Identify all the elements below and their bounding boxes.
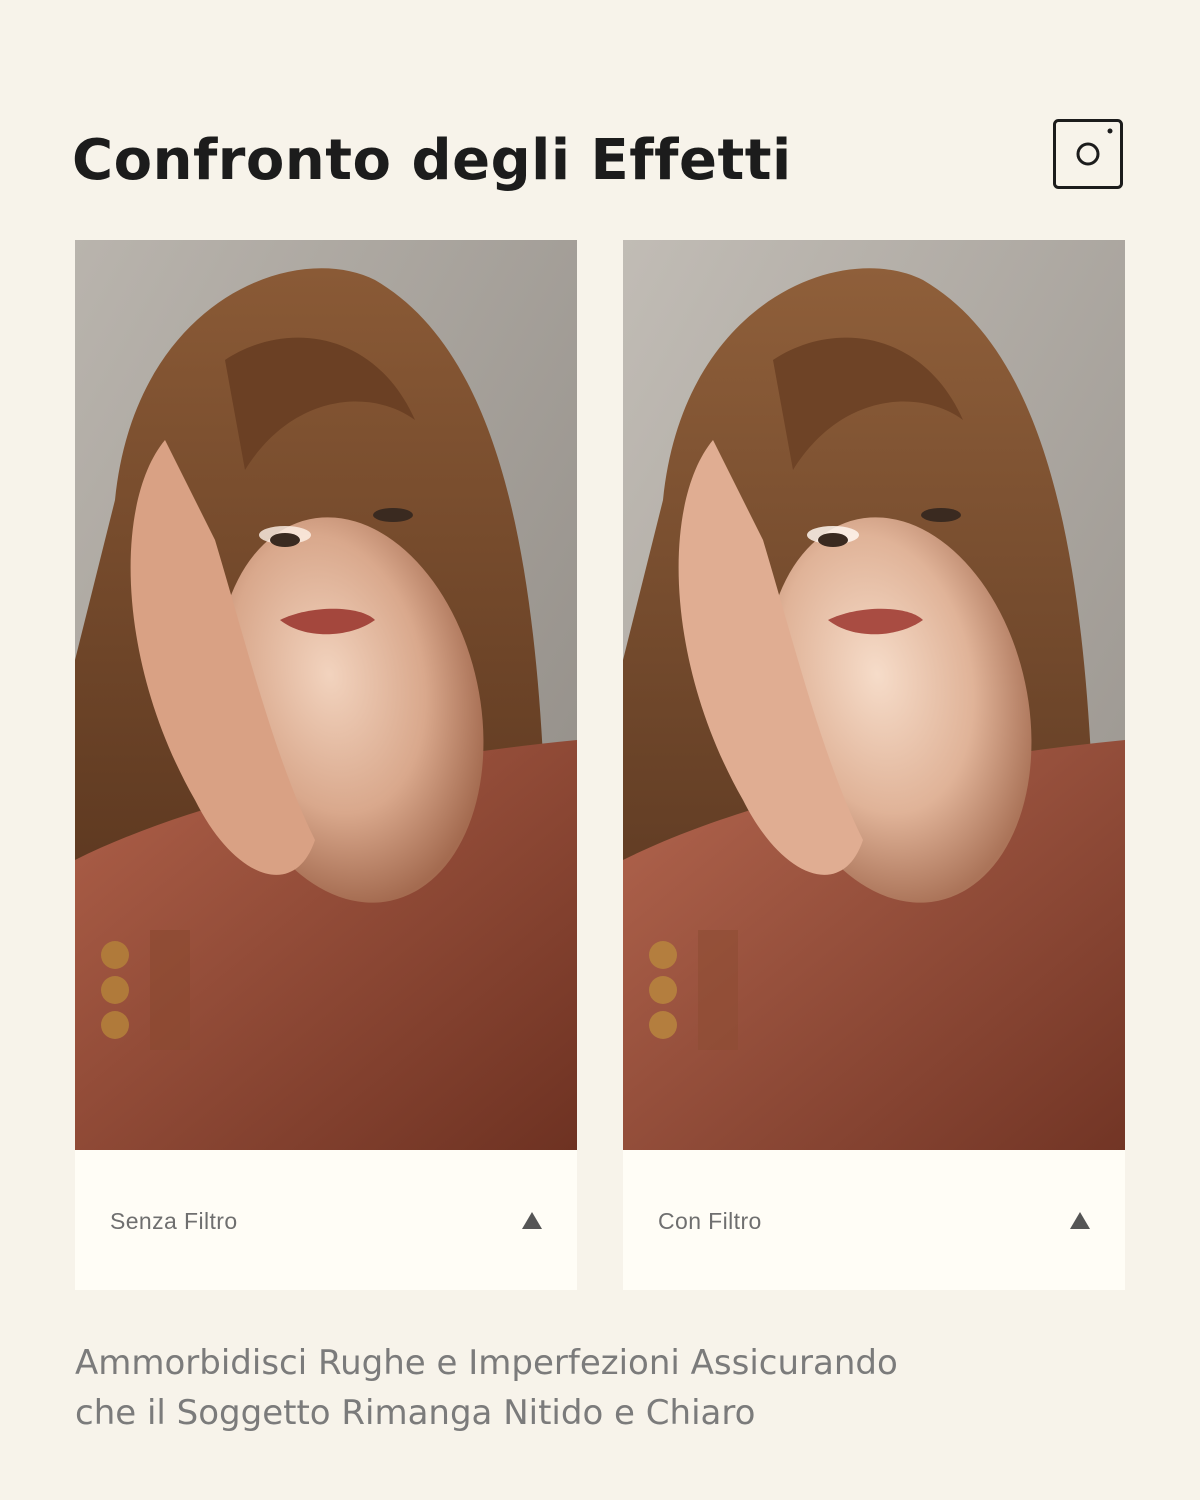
page-title: Confronto degli Effetti bbox=[72, 128, 792, 193]
footer-line-1: Ammorbidisci Rughe e Imperfezioni Assicu… bbox=[75, 1343, 898, 1383]
triangle-up-icon[interactable] bbox=[1070, 1212, 1090, 1229]
caption-bar: Senza Filtro bbox=[75, 1150, 577, 1290]
caption-bar: Con Filtro bbox=[623, 1150, 1125, 1290]
caption-label-with-filter: Con Filtro bbox=[658, 1208, 762, 1234]
portrait-photo-without-filter bbox=[75, 240, 577, 1150]
comparison-panel-without-filter: Senza Filtro bbox=[75, 240, 577, 1290]
footer-description: Ammorbidisci Rughe e Imperfezioni Assicu… bbox=[75, 1338, 1135, 1438]
comparison-panel-with-filter: Con Filtro bbox=[623, 240, 1125, 1290]
camera-icon[interactable] bbox=[1053, 119, 1123, 189]
footer-line-2: che il Soggetto Rimanga Nitido e Chiaro bbox=[75, 1393, 756, 1433]
caption-label-without-filter: Senza Filtro bbox=[110, 1208, 238, 1234]
portrait-photo-with-filter bbox=[623, 240, 1125, 1150]
triangle-up-icon[interactable] bbox=[522, 1212, 542, 1229]
